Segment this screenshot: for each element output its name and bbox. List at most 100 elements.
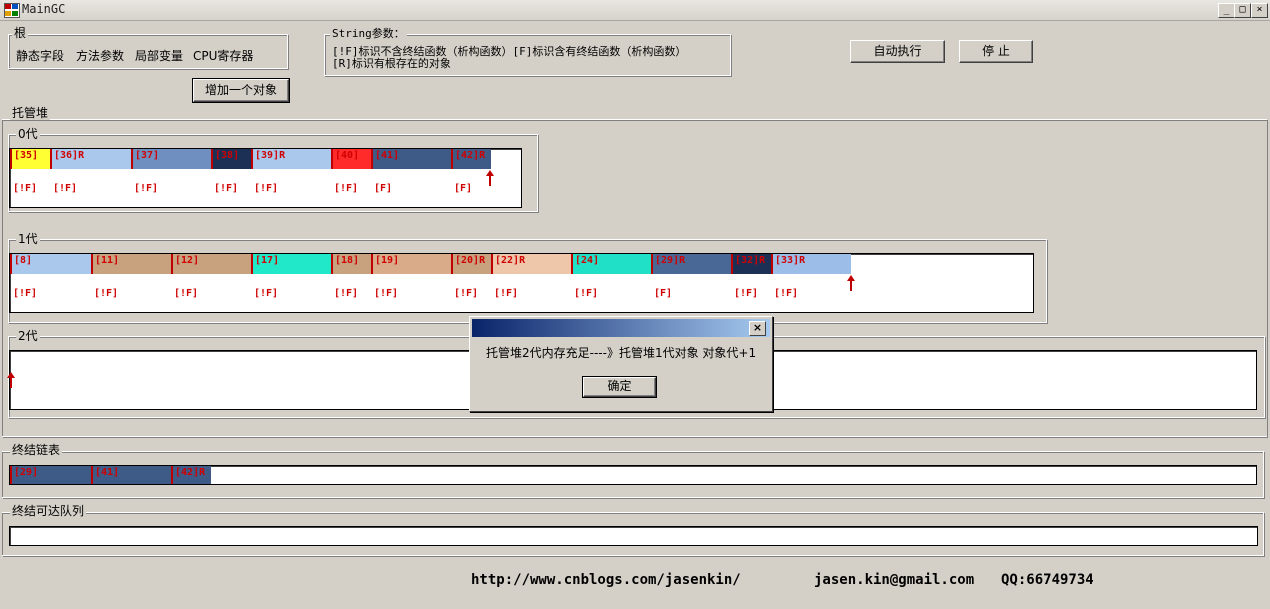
gen1-object-label: [17] xyxy=(255,255,280,266)
gen1-panel: [8] [11] [12] [17] [18] [19] [20]R [22]R… xyxy=(9,253,1034,313)
gen0-finalizer-flag: [F] xyxy=(454,183,473,194)
gen0-object[interactable]: [35] xyxy=(10,149,50,169)
gen1-object[interactable]: [19] xyxy=(371,254,451,274)
freachable-queue-legend: 终结可达队列 xyxy=(10,504,87,518)
gen1-object[interactable]: [18] xyxy=(331,254,371,274)
gen2-legend: 2代 xyxy=(16,329,40,343)
root-static-fields: 静态字段 xyxy=(16,49,65,63)
minimize-button[interactable]: _ xyxy=(1218,3,1235,18)
gen1-object[interactable]: [12] xyxy=(171,254,251,274)
gen0-panel: [35] [36]R [37] [38] [39]R [40] [41] [42… xyxy=(9,148,522,208)
finalization-list-legend: 终结链表 xyxy=(10,443,63,457)
finalization-list-object[interactable]: [29] xyxy=(10,466,91,484)
gen1-finalizer-flag: [!F] xyxy=(774,288,799,299)
stop-button[interactable]: 停 止 xyxy=(959,40,1033,63)
finalization-list-object[interactable]: [41] xyxy=(91,466,171,484)
gen0-object[interactable]: [37] xyxy=(131,149,211,169)
app-icon xyxy=(4,3,20,18)
dialog-title-bar: × xyxy=(472,319,770,337)
gen1-finalizer-flag: [!F] xyxy=(13,288,38,299)
message-dialog: × 托管堆2代内存充足----》托管堆1代对象 对象代+1 确定 xyxy=(469,316,773,412)
gen1-object-label: [32]R xyxy=(735,255,766,266)
footer-email: jasen.kin@gmail.com xyxy=(814,572,975,588)
finalization-list-panel: [29] [41] [42]R xyxy=(9,465,1257,485)
gen1-object-label: [11] xyxy=(95,255,120,266)
gen0-object-label: [36]R xyxy=(54,150,85,161)
footer-url: http://www.cnblogs.com/jasenkin/ xyxy=(471,572,741,588)
gen1-object-label: [24] xyxy=(575,255,600,266)
root-cpu-registers: CPU寄存器 xyxy=(193,49,254,63)
close-button[interactable]: × xyxy=(1251,3,1268,18)
freachable-queue-panel xyxy=(9,526,1258,546)
managed-heap-legend: 托管堆 xyxy=(10,106,51,120)
gen0-object[interactable]: [39]R xyxy=(251,149,331,169)
gen1-object-label: [33]R xyxy=(775,255,806,266)
title-bar xyxy=(0,0,1270,21)
gen0-object-label: [35] xyxy=(14,150,39,161)
gen0-next-pointer-arrow xyxy=(486,170,494,186)
gen2-next-pointer-arrow xyxy=(7,372,15,388)
gen0-object-label: [37] xyxy=(135,150,160,161)
gen0-object[interactable]: [42]R xyxy=(451,149,491,169)
gen0-object[interactable]: [40] xyxy=(331,149,371,169)
gen1-finalizer-flag: [!F] xyxy=(574,288,599,299)
gen1-object-label: [12] xyxy=(175,255,200,266)
gen0-object-label: [41] xyxy=(375,150,400,161)
auto-execute-button[interactable]: 自动执行 xyxy=(850,40,945,63)
gen0-legend: 0代 xyxy=(16,127,40,141)
add-object-button[interactable]: 增加一个对象 xyxy=(192,78,290,103)
gen1-object[interactable]: [32]R xyxy=(731,254,771,274)
gen1-object-label: [29]R xyxy=(655,255,686,266)
finalization-list-object[interactable]: [42]R xyxy=(171,466,211,484)
string-params-line2: [R]标识有根存在的对象 xyxy=(332,57,451,70)
gen0-finalizer-flag: [F] xyxy=(374,183,393,194)
gen1-finalizer-flag: [!F] xyxy=(494,288,519,299)
gen1-object[interactable]: [29]R xyxy=(651,254,731,274)
gen1-object[interactable]: [24] xyxy=(571,254,651,274)
gen1-object-label: [8] xyxy=(14,255,33,266)
gen1-object[interactable]: [11] xyxy=(91,254,171,274)
finalization-list-object-label: [42]R xyxy=(175,467,206,478)
dialog-ok-button[interactable]: 确定 xyxy=(582,376,657,398)
gen0-finalizer-flag: [!F] xyxy=(334,183,359,194)
gen1-finalizer-flag: [!F] xyxy=(374,288,399,299)
gen0-finalizer-flag: [!F] xyxy=(53,183,78,194)
gen1-object-label: [22]R xyxy=(495,255,526,266)
gen1-finalizer-flag: [!F] xyxy=(94,288,119,299)
gen1-object[interactable]: [17] xyxy=(251,254,331,274)
gen0-object[interactable]: [36]R xyxy=(50,149,131,169)
gen1-finalizer-flag: [!F] xyxy=(254,288,279,299)
root-legend: 根 xyxy=(12,26,29,40)
gen1-object[interactable]: [8] xyxy=(10,254,91,274)
gen1-object[interactable]: [20]R xyxy=(451,254,491,274)
gen0-object[interactable]: [41] xyxy=(371,149,451,169)
string-params-legend: String参数： xyxy=(330,27,407,40)
dialog-message: 托管堆2代内存充足----》托管堆1代对象 对象代+1 xyxy=(486,346,757,360)
gen1-next-pointer-arrow xyxy=(847,275,855,291)
gen0-object-label: [42]R xyxy=(455,150,486,161)
gen1-legend: 1代 xyxy=(16,232,40,246)
root-local-vars: 局部变量 xyxy=(135,49,184,63)
gen0-finalizer-flag: [!F] xyxy=(254,183,279,194)
gen1-finalizer-flag: [F] xyxy=(654,288,673,299)
window-title: MainGC xyxy=(22,2,66,16)
gen0-object-label: [38] xyxy=(215,150,240,161)
gen1-object[interactable]: [33]R xyxy=(771,254,851,274)
footer-qq: QQ:66749734 xyxy=(1001,572,1094,588)
gen1-object-label: [20]R xyxy=(455,255,486,266)
gen1-object[interactable]: [22]R xyxy=(491,254,571,274)
dialog-close-button[interactable]: × xyxy=(749,321,766,336)
gen0-object-label: [40] xyxy=(335,150,360,161)
gen0-object-label: [39]R xyxy=(255,150,286,161)
gen1-finalizer-flag: [!F] xyxy=(454,288,479,299)
gen0-finalizer-flag: [!F] xyxy=(134,183,159,194)
gen0-object[interactable]: [38] xyxy=(211,149,251,169)
gen1-finalizer-flag: [!F] xyxy=(334,288,359,299)
gen1-finalizer-flag: [!F] xyxy=(734,288,759,299)
gen0-finalizer-flag: [!F] xyxy=(13,183,38,194)
maximize-button[interactable]: □ xyxy=(1234,3,1251,18)
root-method-params: 方法参数 xyxy=(76,49,125,63)
gen0-finalizer-flag: [!F] xyxy=(214,183,239,194)
gen1-object-label: [19] xyxy=(375,255,400,266)
gen1-object-label: [18] xyxy=(335,255,360,266)
